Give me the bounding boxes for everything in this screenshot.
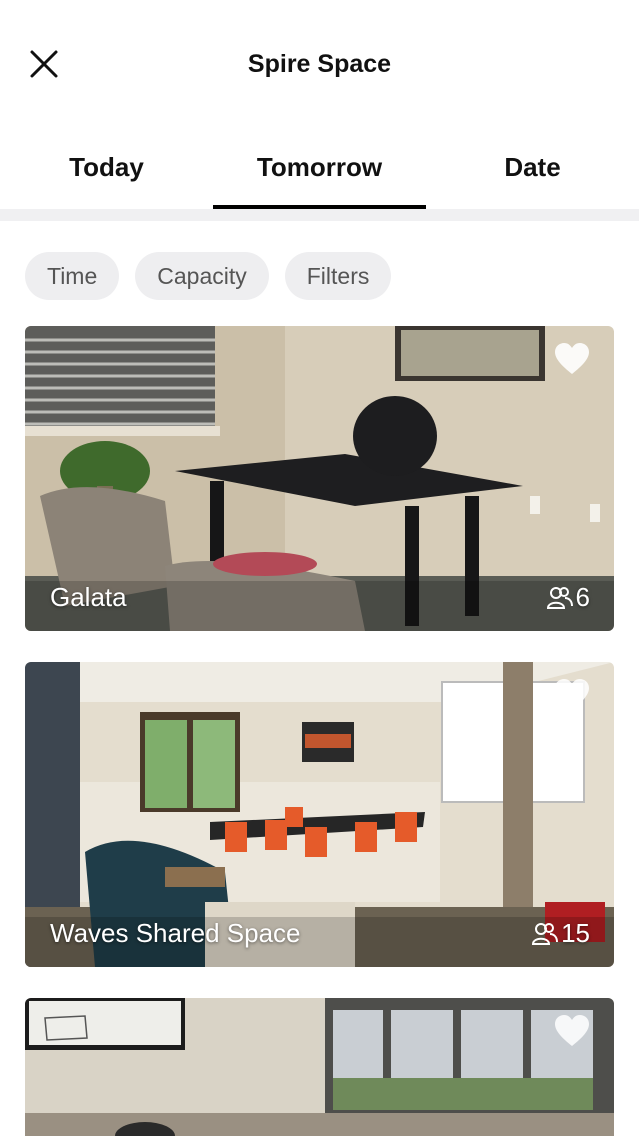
tab-date[interactable]: Date <box>426 152 639 183</box>
tab-tomorrow[interactable]: Tomorrow <box>213 152 426 183</box>
page-title: Spire Space <box>247 50 392 78</box>
capacity-count: 6 <box>575 582 590 612</box>
filter-chips: Time Capacity Filters <box>25 252 392 300</box>
heart-icon[interactable] <box>554 1014 590 1048</box>
capacity-badge: 6 <box>546 582 590 613</box>
capacity-count: 15 <box>561 918 590 948</box>
day-tabs: Today Tomorrow Date <box>0 130 639 210</box>
capacity-filter-chip[interactable]: Capacity <box>135 252 269 300</box>
heart-icon[interactable] <box>554 678 590 712</box>
space-card-waves[interactable]: Waves Shared Space 15 <box>25 662 614 967</box>
space-name: Waves Shared Space <box>50 918 301 948</box>
heart-icon[interactable] <box>554 342 590 376</box>
filters-chip[interactable]: Filters <box>284 252 392 300</box>
space-card-third[interactable] <box>25 998 614 1136</box>
header: Spire Space <box>0 0 639 130</box>
section-divider <box>0 209 639 221</box>
people-icon <box>546 586 573 609</box>
people-icon <box>532 922 559 945</box>
space-photo <box>25 998 614 1136</box>
space-name: Galata <box>50 582 127 612</box>
time-filter-chip[interactable]: Time <box>25 252 120 300</box>
tab-today[interactable]: Today <box>0 152 213 183</box>
capacity-badge: 15 <box>532 918 590 949</box>
space-card-galata[interactable]: Galata 6 <box>25 326 614 631</box>
